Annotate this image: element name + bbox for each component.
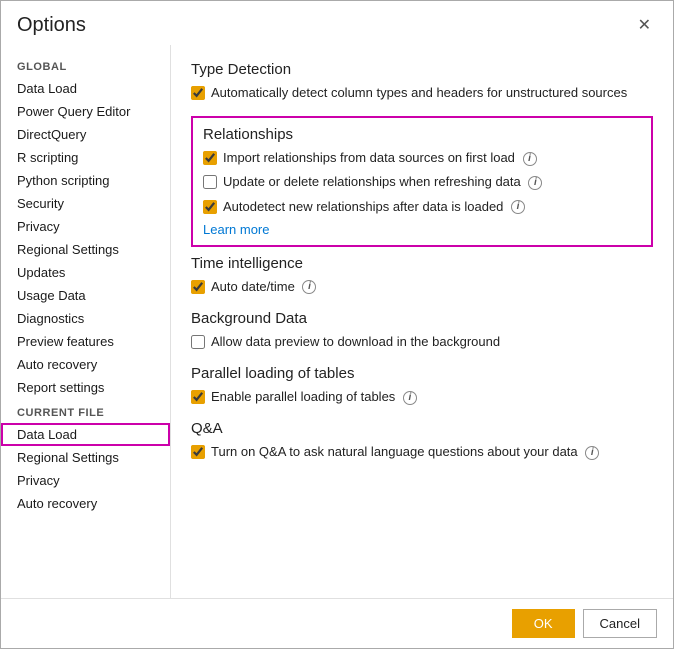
qa-title: Q&A: [191, 420, 653, 437]
global-section-label: GLOBAL: [1, 53, 170, 77]
sidebar-item-security[interactable]: Security: [1, 192, 170, 215]
auto-datetime-label: Auto date/time i: [211, 278, 316, 296]
sidebar-item-auto-recovery-global[interactable]: Auto recovery: [1, 353, 170, 376]
import-relationships-row: Import relationships from data sources o…: [203, 149, 641, 167]
sidebar-item-data-load-global[interactable]: Data Load: [1, 77, 170, 100]
qa-checkbox[interactable]: [191, 445, 205, 459]
import-relationships-label: Import relationships from data sources o…: [223, 149, 537, 167]
sidebar-item-preview-features[interactable]: Preview features: [1, 330, 170, 353]
time-intelligence-section: Time intelligence Auto date/time i: [191, 255, 653, 296]
sidebar-item-updates[interactable]: Updates: [1, 261, 170, 284]
background-data-title: Background Data: [191, 310, 653, 327]
auto-detect-checkbox[interactable]: [191, 86, 205, 100]
parallel-loading-section: Parallel loading of tables Enable parall…: [191, 365, 653, 406]
qa-label: Turn on Q&A to ask natural language ques…: [211, 443, 599, 461]
sidebar-item-privacy-global[interactable]: Privacy: [1, 215, 170, 238]
import-relationships-checkbox[interactable]: [203, 151, 217, 165]
auto-detect-label: Automatically detect column types and he…: [211, 84, 627, 102]
sidebar-item-python-scripting[interactable]: Python scripting: [1, 169, 170, 192]
background-data-section: Background Data Allow data preview to do…: [191, 310, 653, 351]
enable-parallel-info-icon: i: [403, 391, 417, 405]
autodetect-relationships-row: Autodetect new relationships after data …: [203, 198, 641, 216]
title-bar: Options ✕: [1, 1, 673, 45]
sidebar: GLOBAL Data Load Power Query Editor Dire…: [1, 45, 171, 598]
sidebar-item-auto-recovery-current[interactable]: Auto recovery: [1, 492, 170, 515]
close-button[interactable]: ✕: [632, 13, 657, 37]
enable-parallel-label: Enable parallel loading of tables i: [211, 388, 417, 406]
relationships-title: Relationships: [203, 126, 641, 143]
current-file-section-label: CURRENT FILE: [1, 399, 170, 423]
update-relationships-label: Update or delete relationships when refr…: [223, 173, 542, 191]
cancel-button[interactable]: Cancel: [583, 609, 657, 638]
dialog-footer: OK Cancel: [1, 598, 673, 648]
qa-info-icon: i: [585, 446, 599, 460]
update-relationships-checkbox[interactable]: [203, 175, 217, 189]
autodetect-relationships-checkbox[interactable]: [203, 200, 217, 214]
auto-detect-row: Automatically detect column types and he…: [191, 84, 653, 102]
autodetect-relationships-info-icon: i: [511, 200, 525, 214]
auto-datetime-row: Auto date/time i: [191, 278, 653, 296]
update-relationships-info-icon: i: [528, 176, 542, 190]
auto-datetime-info-icon: i: [302, 280, 316, 294]
sidebar-item-power-query-editor[interactable]: Power Query Editor: [1, 100, 170, 123]
sidebar-item-diagnostics[interactable]: Diagnostics: [1, 307, 170, 330]
relationships-box: Relationships Import relationships from …: [191, 116, 653, 247]
update-relationships-row: Update or delete relationships when refr…: [203, 173, 641, 191]
allow-preview-checkbox[interactable]: [191, 335, 205, 349]
ok-button[interactable]: OK: [512, 609, 575, 638]
sidebar-item-privacy-current[interactable]: Privacy: [1, 469, 170, 492]
autodetect-relationships-label: Autodetect new relationships after data …: [223, 198, 525, 216]
enable-parallel-row: Enable parallel loading of tables i: [191, 388, 653, 406]
dialog-body: GLOBAL Data Load Power Query Editor Dire…: [1, 45, 673, 598]
type-detection-title: Type Detection: [191, 61, 653, 78]
qa-section: Q&A Turn on Q&A to ask natural language …: [191, 420, 653, 461]
parallel-loading-title: Parallel loading of tables: [191, 365, 653, 382]
sidebar-item-r-scripting[interactable]: R scripting: [1, 146, 170, 169]
time-intelligence-title: Time intelligence: [191, 255, 653, 272]
dialog-title: Options: [17, 14, 86, 37]
sidebar-item-data-load-current[interactable]: Data Load: [1, 423, 170, 446]
type-detection-section: Type Detection Automatically detect colu…: [191, 61, 653, 102]
sidebar-item-report-settings[interactable]: Report settings: [1, 376, 170, 399]
options-dialog: Options ✕ GLOBAL Data Load Power Query E…: [0, 0, 674, 649]
learn-more-link[interactable]: Learn more: [203, 222, 641, 237]
auto-datetime-checkbox[interactable]: [191, 280, 205, 294]
enable-parallel-checkbox[interactable]: [191, 390, 205, 404]
sidebar-item-directquery[interactable]: DirectQuery: [1, 123, 170, 146]
sidebar-item-usage-data[interactable]: Usage Data: [1, 284, 170, 307]
import-relationships-info-icon: i: [523, 152, 537, 166]
sidebar-item-regional-settings-global[interactable]: Regional Settings: [1, 238, 170, 261]
main-content: Type Detection Automatically detect colu…: [171, 45, 673, 598]
sidebar-item-regional-settings-current[interactable]: Regional Settings: [1, 446, 170, 469]
allow-preview-label: Allow data preview to download in the ba…: [211, 333, 500, 351]
qa-row: Turn on Q&A to ask natural language ques…: [191, 443, 653, 461]
allow-preview-row: Allow data preview to download in the ba…: [191, 333, 653, 351]
